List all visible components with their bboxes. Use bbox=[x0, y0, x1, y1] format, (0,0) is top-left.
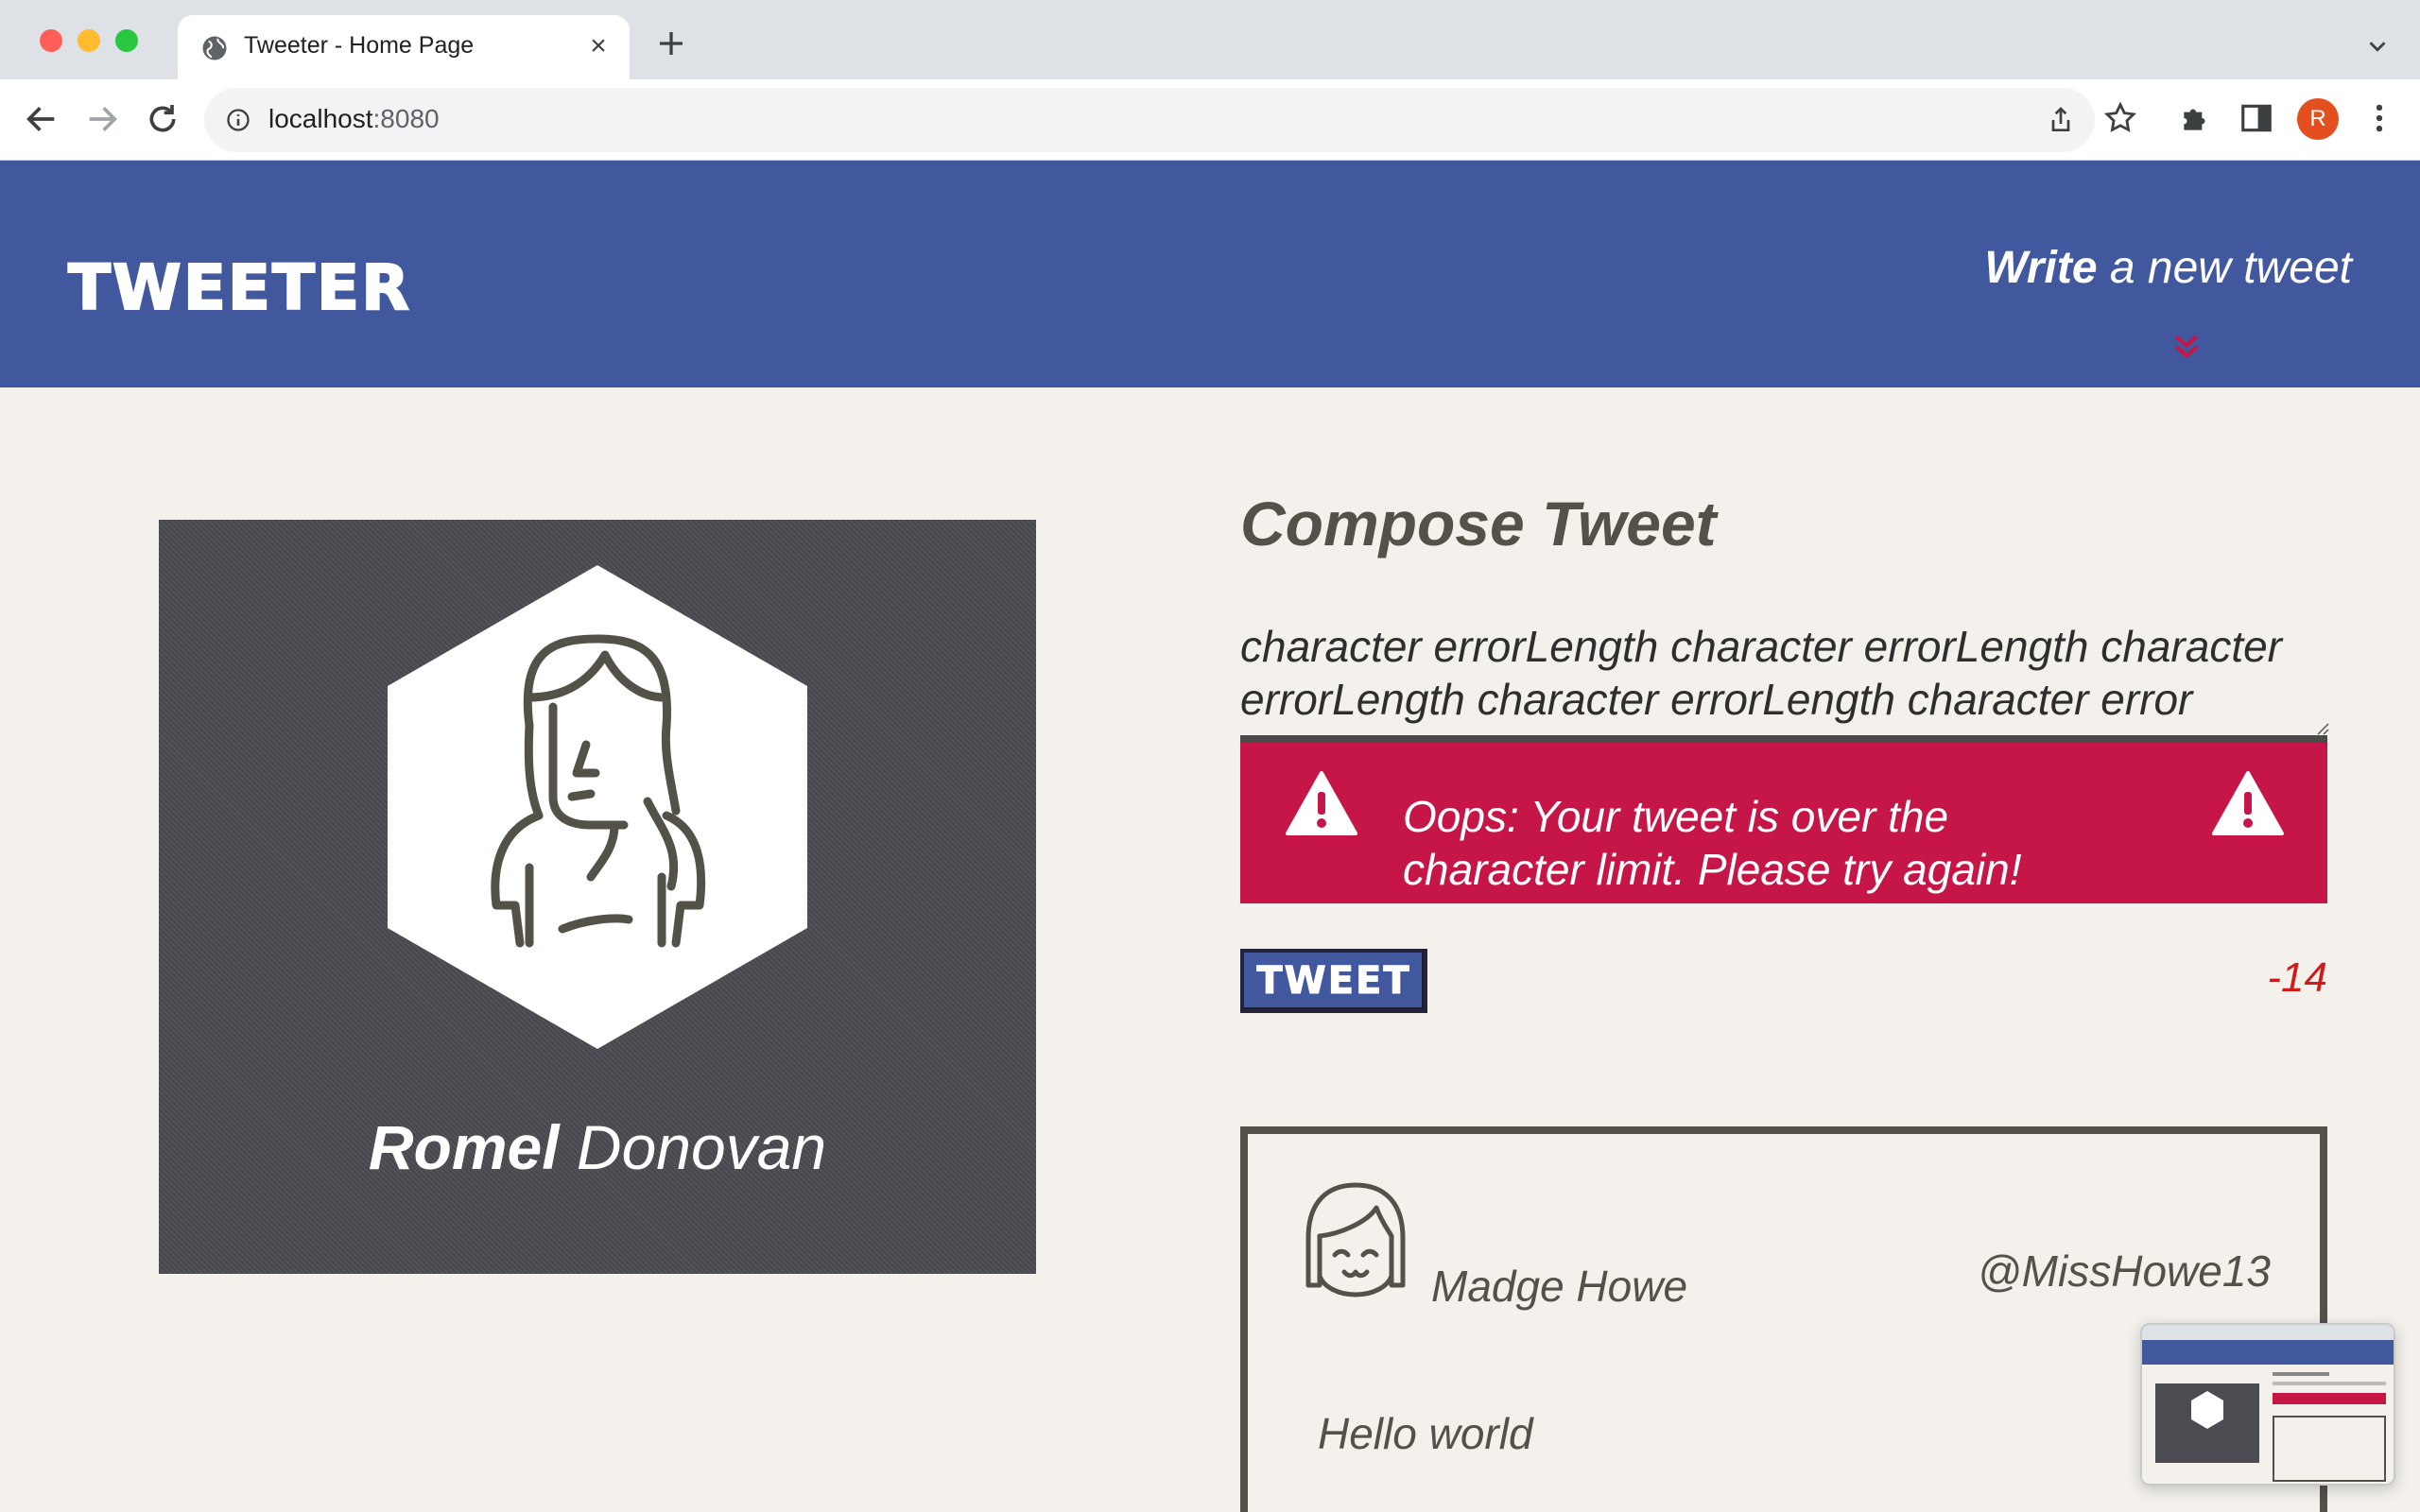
back-icon[interactable] bbox=[23, 100, 60, 138]
url-port: :8080 bbox=[372, 104, 440, 133]
tweet-author-handle: @MissHowe13 bbox=[1977, 1246, 2271, 1296]
active-tab[interactable]: Tweeter - Home Page × bbox=[178, 15, 630, 79]
close-window-button[interactable] bbox=[40, 29, 62, 52]
write-new-tweet-link[interactable]: Write a new tweet bbox=[1984, 242, 2352, 294]
address-bar[interactable]: localhost:8080 bbox=[204, 88, 2095, 152]
profile-avatar[interactable]: R bbox=[2297, 98, 2339, 140]
url-host: localhost bbox=[268, 104, 373, 133]
preview-error bbox=[2273, 1393, 2386, 1404]
write-bold: Write bbox=[1984, 243, 2098, 293]
character-counter: -14 bbox=[2267, 954, 2327, 1001]
side-panel-icon[interactable] bbox=[2238, 100, 2274, 136]
profile-first-name: Romel bbox=[368, 1112, 560, 1182]
error-message: Oops: Your tweet is over the character l… bbox=[1403, 792, 2022, 894]
preview-body bbox=[2142, 1365, 2394, 1484]
share-icon[interactable] bbox=[2046, 105, 2076, 135]
preview-header bbox=[2142, 1340, 2394, 1365]
more-menu-icon[interactable] bbox=[2361, 100, 2397, 136]
profile-last-name: Donovan bbox=[559, 1112, 827, 1182]
preview-line bbox=[2273, 1372, 2329, 1376]
minimize-window-button[interactable] bbox=[78, 29, 100, 52]
screenshot-preview-thumbnail[interactable] bbox=[2140, 1323, 2395, 1486]
browser-tabstrip: Tweeter - Home Page × bbox=[0, 0, 2420, 79]
preview-line bbox=[2273, 1382, 2386, 1385]
tweet-textarea[interactable]: character errorLength character errorLen… bbox=[1240, 620, 2327, 737]
globe-icon bbox=[202, 36, 227, 60]
bookmark-star-icon[interactable] bbox=[2102, 100, 2138, 136]
error-banner: Oops: Your tweet is over the character l… bbox=[1240, 735, 2327, 903]
preview-tweet-box bbox=[2273, 1416, 2386, 1482]
url-text: localhost:8080 bbox=[268, 104, 440, 134]
close-tab-icon[interactable]: × bbox=[584, 32, 613, 60]
forward-icon[interactable] bbox=[83, 100, 121, 138]
browser-toolbar: localhost:8080 R bbox=[0, 79, 2420, 161]
extensions-puzzle-icon[interactable] bbox=[2178, 100, 2214, 136]
resize-handle-icon[interactable] bbox=[2314, 720, 2329, 735]
preview-profile-card bbox=[2155, 1383, 2259, 1463]
tab-search-chevron-icon[interactable] bbox=[2363, 32, 2392, 60]
warning-icon bbox=[1286, 771, 1357, 835]
preview-hexagon bbox=[2191, 1391, 2223, 1429]
tweet-submit-button[interactable]: TWEET bbox=[1240, 949, 1427, 1013]
user-avatar-hexagon bbox=[388, 565, 807, 1049]
brand-logo[interactable]: TWEETER bbox=[67, 250, 411, 325]
tweet-content: Hello world bbox=[1318, 1409, 1533, 1458]
write-rest: a new tweet bbox=[2097, 243, 2352, 293]
site-info-icon[interactable] bbox=[225, 107, 251, 133]
tweet-author-avatar bbox=[1305, 1182, 1406, 1297]
app-header: TWEETER Write a new tweet bbox=[0, 161, 2420, 387]
profile-card: Romel Donovan bbox=[159, 520, 1036, 1274]
double-chevron-down-icon[interactable] bbox=[2170, 333, 2203, 361]
tab-title: Tweeter - Home Page bbox=[244, 32, 475, 59]
new-tab-icon[interactable] bbox=[654, 26, 688, 60]
compose-title: Compose Tweet bbox=[1240, 489, 1717, 558]
reload-icon[interactable] bbox=[144, 100, 182, 138]
profile-name: Romel Donovan bbox=[159, 1111, 1036, 1183]
tweet-author-name: Madge Howe bbox=[1431, 1262, 1688, 1311]
warning-icon bbox=[2212, 771, 2284, 835]
preview-chrome bbox=[2142, 1325, 2394, 1340]
maximize-window-button[interactable] bbox=[115, 29, 138, 52]
